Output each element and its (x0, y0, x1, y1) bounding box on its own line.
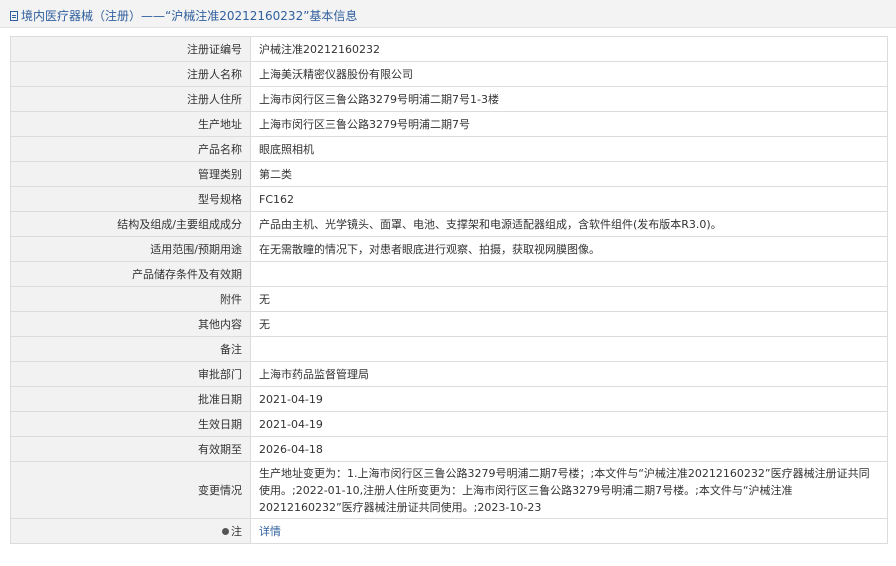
field-value: 无 (250, 286, 888, 312)
table-row: 批准日期 2021-04-19 (10, 386, 888, 412)
field-value (250, 261, 888, 287)
field-value (250, 336, 888, 362)
table-row: 生效日期 2021-04-19 (10, 411, 888, 437)
note-label: 注 (231, 525, 242, 538)
field-label: 适用范围/预期用途 (10, 236, 251, 262)
field-value: 无 (250, 311, 888, 337)
table-row-change: 变更情况 生产地址变更为：1.上海市闵行区三鲁公路3279号明浦二期7号楼；;本文… (10, 461, 888, 519)
info-table-body: 注册证编号 沪械注准20212160232 注册人名称 上海美沃精密仪器股份有限公司注… (10, 36, 888, 544)
table-row: 管理类别 第二类 (10, 161, 888, 187)
page-title: 境内医疗器械（注册）——“沪械注准20212160232”基本信息 (21, 9, 358, 23)
field-label: 审批部门 (10, 361, 251, 387)
table-row: 其他内容无 (10, 311, 888, 337)
info-table: 注册证编号 沪械注准20212160232 注册人名称 上海美沃精密仪器股份有限公司注… (10, 36, 888, 544)
table-row: 结构及组成/主要组成成分 产品由主机、光学镜头、面罩、电池、支撑架和电源适配器组成… (10, 211, 888, 237)
details-link[interactable]: 详情 (259, 525, 281, 538)
field-value: 2021-04-19 (250, 411, 888, 437)
table-row: 注册人住所 上海市闵行区三鲁公路3279号明浦二期7号1-3楼 (10, 86, 888, 112)
field-value: 在无需散瞳的情况下，对患者眼底进行观察、拍摄，获取视网膜图像。 (250, 236, 888, 262)
table-row: 产品名称 眼底照相机 (10, 136, 888, 162)
info-table-frame: 注册证编号 沪械注准20212160232 注册人名称 上海美沃精密仪器股份有限公司注… (10, 36, 888, 544)
field-value: 上海市药品监督管理局 (250, 361, 888, 387)
note-icon (222, 527, 229, 535)
note-value-cell: 详情 (250, 518, 888, 544)
field-label: 注册证编号 (10, 36, 251, 62)
table-row: 型号规格 FC162 (10, 186, 888, 212)
field-value: 沪械注准20212160232 (250, 36, 888, 62)
change-history-value: 生产地址变更为：1.上海市闵行区三鲁公路3279号明浦二期7号楼；;本文件与“沪… (250, 461, 888, 519)
page-header: 境内医疗器械（注册）——“沪械注准20212160232”基本信息 (0, 0, 896, 28)
field-label: 变更情况 (10, 461, 251, 519)
field-value: 2026-04-18 (250, 436, 888, 462)
field-value: 上海市闵行区三鲁公路3279号明浦二期7号1-3楼 (250, 86, 888, 112)
field-label: 产品储存条件及有效期 (10, 261, 251, 287)
field-label: 生效日期 (10, 411, 251, 437)
field-label: 生产地址 (10, 111, 251, 137)
table-row: 有效期至 2026-04-18 (10, 436, 888, 462)
table-row-note: 注 详情 (10, 518, 888, 544)
table-row: 备注 (10, 336, 888, 362)
field-label: 附件 (10, 286, 251, 312)
field-value: 上海市闵行区三鲁公路3279号明浦二期7号 (250, 111, 888, 137)
field-label: 有效期至 (10, 436, 251, 462)
field-label: 批准日期 (10, 386, 251, 412)
field-value: 第二类 (250, 161, 888, 187)
field-label: 型号规格 (10, 186, 251, 212)
field-label: 产品名称 (10, 136, 251, 162)
table-row: 适用范围/预期用途 在无需散瞳的情况下，对患者眼底进行观察、拍摄，获取视网膜图像。 (10, 236, 888, 262)
table-row: 生产地址 上海市闵行区三鲁公路3279号明浦二期7号 (10, 111, 888, 137)
table-row: 审批部门 上海市药品监督管理局 (10, 361, 888, 387)
field-label: 其他内容 (10, 311, 251, 337)
field-value: 2021-04-19 (250, 386, 888, 412)
field-label: 管理类别 (10, 161, 251, 187)
note-label-cell: 注 (10, 518, 251, 544)
table-row: 注册证编号 沪械注准20212160232 (10, 36, 888, 62)
table-row: 产品储存条件及有效期 (10, 261, 888, 287)
field-value: 上海美沃精密仪器股份有限公司 (250, 61, 888, 87)
field-label: 注册人住所 (10, 86, 251, 112)
field-value: FC162 (250, 186, 888, 212)
field-label: 注册人名称 (10, 61, 251, 87)
table-row: 注册人名称 上海美沃精密仪器股份有限公司 (10, 61, 888, 87)
field-label: 结构及组成/主要组成成分 (10, 211, 251, 237)
table-row: 附件无 (10, 286, 888, 312)
field-label: 备注 (10, 336, 251, 362)
field-value: 产品由主机、光学镜头、面罩、电池、支撑架和电源适配器组成，含软件组件(发布版本R… (250, 211, 888, 237)
document-icon (10, 10, 18, 21)
field-value: 眼底照相机 (250, 136, 888, 162)
